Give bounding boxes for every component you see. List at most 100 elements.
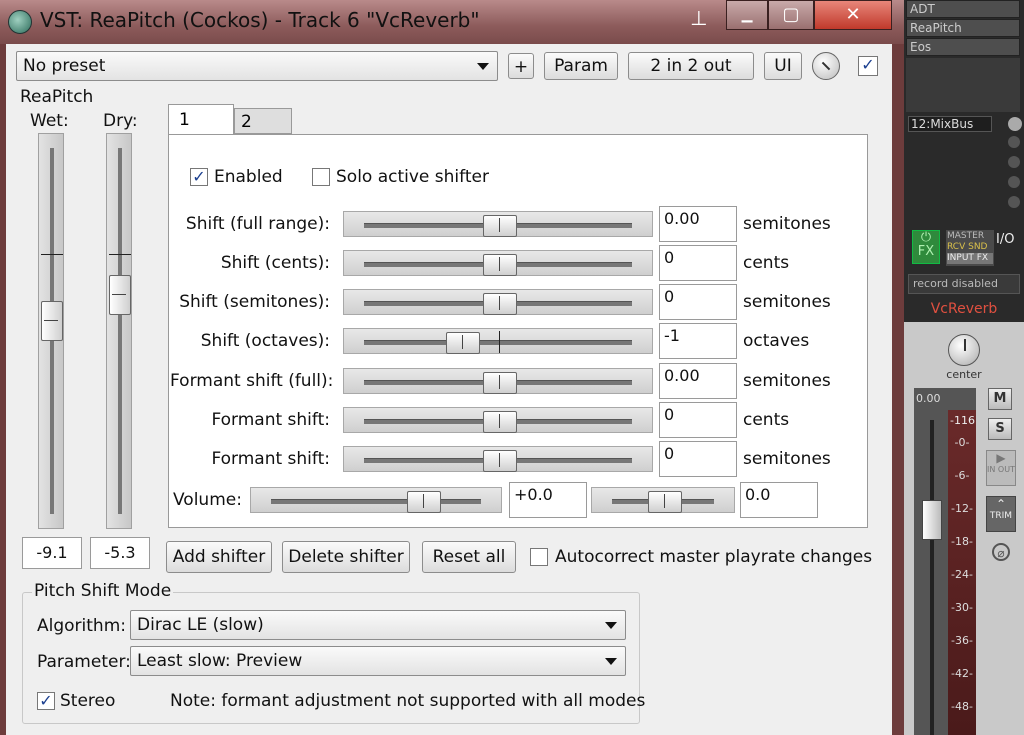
io-routing-button[interactable]: 2 in 2 out bbox=[628, 52, 754, 80]
shifter-row-value[interactable]: 0 bbox=[659, 441, 737, 477]
minimize-button[interactable]: ▁ bbox=[726, 0, 768, 30]
shifter-row-unit: cents bbox=[743, 253, 790, 273]
bus-send[interactable]: 12:MixBus bbox=[908, 116, 992, 132]
fx-button[interactable]: ⏻ FX bbox=[912, 230, 940, 264]
shifter-row-slider-thumb[interactable] bbox=[446, 332, 480, 354]
send-knob-icon[interactable] bbox=[1008, 117, 1022, 131]
meter-tick-label: -36- bbox=[951, 634, 973, 647]
add-shifter-button[interactable]: Add shifter bbox=[166, 541, 272, 573]
shifter-row-slider[interactable] bbox=[343, 368, 653, 394]
parameter-dropdown[interactable]: Least slow: Preview bbox=[130, 646, 626, 676]
solo-button[interactable]: S bbox=[988, 418, 1012, 440]
enabled-checkbox[interactable]: ✓ bbox=[190, 168, 208, 186]
io-button[interactable]: I/O bbox=[996, 232, 1020, 250]
delete-shifter-button[interactable]: Delete shifter bbox=[282, 541, 410, 573]
preset-value: No preset bbox=[23, 56, 106, 76]
chevron-up-icon: ⌃ bbox=[995, 497, 1007, 511]
slider-track bbox=[118, 148, 122, 514]
volume-fader-thumb[interactable] bbox=[922, 500, 942, 540]
dry-slider[interactable] bbox=[106, 133, 132, 529]
algorithm-dropdown[interactable]: Dirac LE (slow) bbox=[130, 610, 626, 640]
inout-button[interactable]: ▶ IN OUT bbox=[986, 450, 1016, 486]
shifter-row-slider-thumb[interactable] bbox=[483, 372, 517, 394]
phase-invert-icon[interactable]: ⌀ bbox=[992, 543, 1010, 561]
shifter-row-unit: semitones bbox=[743, 214, 831, 234]
preset-dropdown[interactable]: No preset bbox=[16, 51, 498, 81]
bypass-checkbox[interactable]: ✓ bbox=[858, 56, 878, 76]
solo-checkbox[interactable] bbox=[312, 168, 330, 186]
shifter-row-slider[interactable] bbox=[343, 250, 653, 276]
volume-slider[interactable] bbox=[250, 487, 502, 513]
volume-slider-thumb[interactable] bbox=[407, 491, 441, 513]
tab-2[interactable]: 2 bbox=[234, 108, 292, 134]
pan-field[interactable]: 0.0 bbox=[740, 482, 818, 518]
shifter-row-value[interactable]: -1 bbox=[659, 323, 737, 359]
algorithm-value: Dirac LE (slow) bbox=[137, 615, 264, 635]
shifter-row-value[interactable]: 0 bbox=[659, 402, 737, 438]
routing-block[interactable]: MASTER RCV SND INPUT FX bbox=[946, 230, 994, 266]
pan-slider-thumb[interactable] bbox=[648, 491, 682, 513]
shifter-row-unit: semitones bbox=[743, 449, 831, 469]
tab-2-label: 2 bbox=[241, 112, 252, 132]
dry-value-field[interactable]: -5.3 bbox=[90, 537, 150, 569]
shifter-row-unit: semitones bbox=[743, 292, 831, 312]
param-button[interactable]: Param bbox=[544, 52, 618, 80]
pan-label: center bbox=[946, 368, 982, 381]
inout-label: IN OUT bbox=[987, 465, 1015, 474]
wet-knob-icon[interactable] bbox=[812, 52, 840, 80]
wet-slider-thumb[interactable] bbox=[41, 301, 63, 341]
maximize-button[interactable]: ▢ bbox=[768, 0, 814, 30]
volume-field[interactable]: +0.0 bbox=[509, 482, 587, 518]
knob-indicator bbox=[821, 61, 831, 71]
fx-slot-reapitch[interactable]: ReaPitch bbox=[906, 19, 1020, 37]
shifter-row-slider-thumb[interactable] bbox=[483, 450, 517, 472]
stereo-label: Stereo bbox=[60, 691, 116, 711]
pan-slider[interactable] bbox=[591, 487, 735, 513]
meter-tick-label: -48- bbox=[951, 700, 973, 713]
shifter-row-slider[interactable] bbox=[343, 328, 653, 354]
input-fx-label: INPUT FX bbox=[947, 253, 993, 264]
shifter-row-slider-thumb[interactable] bbox=[483, 215, 517, 237]
fx-slot-adt[interactable]: ADT bbox=[906, 0, 1020, 18]
trim-button[interactable]: ⌃ TRIM bbox=[986, 496, 1016, 532]
shifter-row-label: Shift (full range): bbox=[185, 214, 330, 234]
shifter-row-label: Shift (octaves): bbox=[200, 331, 330, 351]
track-name[interactable]: VcReverb bbox=[904, 298, 1024, 322]
shifter-row-value[interactable]: 0 bbox=[659, 284, 737, 320]
parameter-label: Parameter: bbox=[37, 652, 131, 672]
ui-button[interactable]: UI bbox=[764, 52, 802, 80]
pan-knob-icon[interactable] bbox=[948, 334, 980, 366]
send-dot bbox=[1008, 136, 1020, 148]
shifter-row-slider-thumb[interactable] bbox=[483, 254, 517, 276]
shifter-row-slider-thumb[interactable] bbox=[483, 293, 517, 315]
shifter-row-slider[interactable] bbox=[343, 407, 653, 433]
mute-button[interactable]: M bbox=[988, 388, 1012, 410]
shifter-row-slider[interactable] bbox=[343, 446, 653, 472]
shifter-row-unit: octaves bbox=[743, 331, 810, 351]
wet-value-field[interactable]: -9.1 bbox=[22, 537, 82, 569]
reset-all-button[interactable]: Reset all bbox=[422, 541, 516, 573]
shifter-row-value[interactable]: 0 bbox=[659, 245, 737, 281]
shifter-row-unit: cents bbox=[743, 410, 790, 430]
parameter-value: Least slow: Preview bbox=[137, 651, 303, 671]
power-icon: ⏻ bbox=[920, 230, 932, 245]
shifter-row-value[interactable]: 0.00 bbox=[659, 206, 737, 242]
shifter-row-slider-thumb[interactable] bbox=[483, 411, 517, 433]
close-button[interactable]: ✕ bbox=[814, 0, 892, 30]
autocorrect-checkbox[interactable] bbox=[530, 548, 548, 566]
record-mode-dropdown[interactable]: record disabled bbox=[908, 274, 1020, 294]
meter-tick-label: -6- bbox=[954, 469, 970, 482]
tab-1[interactable]: 1 bbox=[168, 104, 234, 136]
stereo-checkbox[interactable]: ✓ bbox=[37, 692, 55, 710]
shifter-row-label: Formant shift: bbox=[211, 449, 330, 469]
shifter-row-value[interactable]: 0.00 bbox=[659, 363, 737, 399]
dry-slider-thumb[interactable] bbox=[109, 275, 131, 315]
send-dot bbox=[1008, 176, 1020, 188]
wet-slider[interactable] bbox=[38, 133, 64, 529]
add-preset-button[interactable]: + bbox=[508, 53, 534, 79]
shifter-row-slider[interactable] bbox=[343, 289, 653, 315]
fx-slot-eos[interactable]: Eos bbox=[906, 38, 1020, 56]
pin-icon[interactable]: ⊥ bbox=[688, 6, 710, 32]
tab-1-label: 1 bbox=[179, 110, 190, 130]
shifter-row-slider[interactable] bbox=[343, 211, 653, 237]
